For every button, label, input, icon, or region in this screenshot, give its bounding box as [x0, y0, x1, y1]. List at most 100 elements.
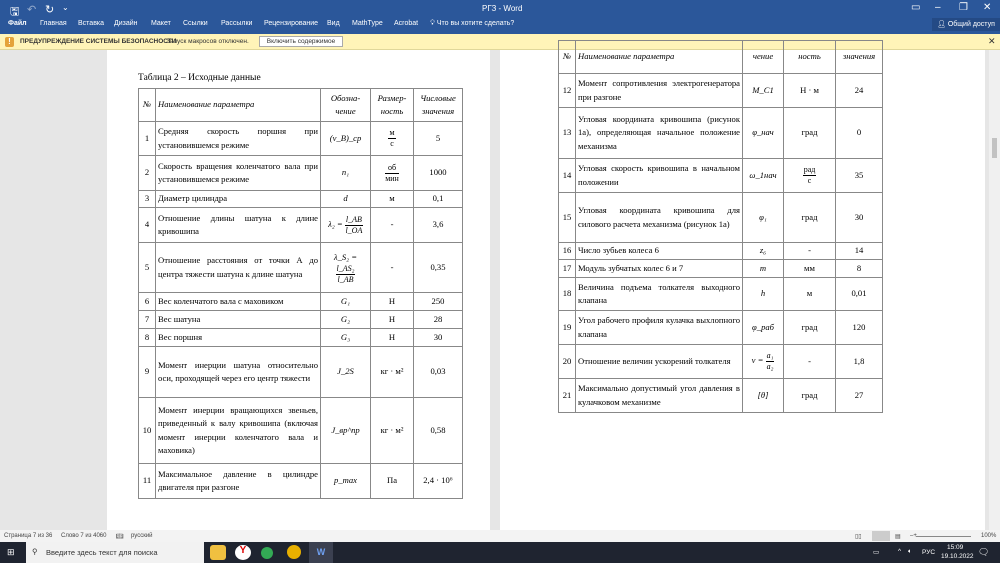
- close-button[interactable]: ✕: [983, 2, 991, 13]
- tab-home[interactable]: Главная: [40, 20, 67, 27]
- close-warning-icon[interactable]: ✕: [988, 36, 996, 47]
- parameter-symbol: φ_раб: [742, 310, 784, 345]
- tab-acrobat[interactable]: Acrobat: [394, 20, 418, 27]
- value-text: 5: [435, 132, 441, 143]
- scrollbar-thumb[interactable]: [992, 138, 997, 158]
- header-label: №: [142, 99, 152, 110]
- tab-view[interactable]: Вид: [327, 20, 340, 27]
- enable-content-button[interactable]: Включить содержимое: [259, 36, 343, 47]
- zoom-level[interactable]: 100%: [981, 533, 996, 539]
- page-count[interactable]: Страница 7 из 36: [4, 533, 52, 539]
- redo-icon[interactable]: ↻: [45, 3, 54, 16]
- value-text: 1000: [429, 167, 447, 178]
- undo-icon[interactable]: ↶: [27, 3, 36, 16]
- minimize-button[interactable]: –: [935, 2, 941, 13]
- symbol: G₂: [340, 313, 351, 324]
- symbol: J_вр^пр: [331, 424, 360, 435]
- show-hidden-icons[interactable]: ^: [898, 548, 901, 555]
- clock-date[interactable]: 19.10.2022: [941, 553, 974, 560]
- table-row: 13 Угловая координата кривошипа (рисунок …: [558, 107, 883, 159]
- row-number: 19: [558, 310, 576, 345]
- tab-layout[interactable]: Макет: [151, 20, 171, 27]
- column-header: Наименование параметра: [155, 88, 321, 122]
- parameter-name-text: Максимальное давление в цилиндре двигате…: [158, 468, 318, 492]
- parameter-symbol: M_C1: [742, 73, 784, 108]
- word-taskbar-icon[interactable]: W: [309, 542, 333, 563]
- windows-start-icon[interactable]: ⊞: [7, 547, 15, 558]
- unit: Па: [386, 475, 398, 486]
- parameter-unit: Н: [370, 310, 414, 329]
- print-layout-icon[interactable]: [872, 531, 890, 541]
- parameter-name-text: Модуль зубчатых колес 6 и 7: [578, 262, 684, 273]
- row-number: 11: [138, 463, 156, 499]
- web-layout-icon[interactable]: ▤: [895, 533, 901, 540]
- vertical-scrollbar[interactable]: [989, 50, 1000, 530]
- parameter-symbol: d: [320, 190, 371, 208]
- unit: Н: [388, 313, 396, 324]
- maximize-button[interactable]: ❐: [959, 2, 968, 13]
- parameter-name: Момент инерции вращающихся звеньев, прив…: [155, 397, 321, 464]
- clock-time[interactable]: 15:09: [947, 544, 963, 551]
- parameter-value: 30: [413, 328, 463, 347]
- proofing-icon[interactable]: 📖︎: [116, 533, 124, 540]
- parameter-name: Угловая скорость кривошипа в начальном п…: [575, 158, 743, 193]
- row-number: 8: [138, 328, 156, 347]
- table-row: 16 Число зубьев колеса 6 z₆ - 14: [558, 242, 883, 260]
- input-language[interactable]: РУС: [922, 549, 935, 556]
- search-icon: ⚲: [32, 547, 38, 556]
- row-number-text: 1: [144, 132, 150, 143]
- parameter-name-text: Вес поршня: [158, 331, 203, 342]
- parameter-unit: мм: [783, 259, 836, 278]
- tablet-icon[interactable]: ▭: [873, 548, 879, 556]
- parameter-value: 0,03: [413, 346, 463, 398]
- word-count[interactable]: Слово 7 из 4060: [61, 533, 106, 539]
- value-text: 30: [854, 211, 864, 222]
- zoom-slider[interactable]: – +: [910, 533, 972, 539]
- tab-references[interactable]: Ссылки: [183, 20, 208, 27]
- read-mode-icon[interactable]: ▯▯: [855, 533, 862, 540]
- unit-numerator: рад: [802, 165, 817, 176]
- column-header: Числовые значения: [413, 88, 463, 122]
- unit: Н: [388, 295, 396, 306]
- header-label: Обозна-чение: [330, 92, 361, 116]
- value-text: 0: [856, 127, 862, 138]
- tab-design[interactable]: Дизайн: [114, 20, 138, 27]
- row-number: 2: [138, 155, 156, 191]
- customize-icon[interactable]: ⌄: [62, 3, 69, 12]
- parameter-unit: Н: [370, 292, 414, 311]
- table-header-row: № Наименование параметра Обозна-чение Разме…: [138, 88, 463, 122]
- parameter-name-text: Максимально допустимый угол давления в к…: [578, 383, 740, 407]
- tab-review[interactable]: Рецензирование: [264, 20, 318, 27]
- parameter-symbol: G₂: [320, 310, 371, 329]
- tab-mathtype[interactable]: MathType: [352, 20, 383, 27]
- language[interactable]: русский: [131, 533, 153, 539]
- yandex-browser-icon[interactable]: Y: [235, 545, 251, 560]
- tell-me-input[interactable]: 💡︎ Что вы хотите сделать?: [430, 20, 514, 28]
- notifications-icon[interactable]: 🗨︎: [978, 547, 989, 558]
- taskbar-search-input[interactable]: ⚲ Введите здесь текст для поиска: [26, 542, 204, 563]
- table-row: 6 Вес коленчатого вала с маховиком G₁ Н 250: [138, 292, 463, 311]
- value-text: 0,35: [430, 261, 446, 272]
- share-button[interactable]: 👤︎ Общий доступ: [932, 18, 1000, 31]
- row-number-text: 19: [562, 321, 572, 332]
- volume-icon[interactable]: 🔈︎: [908, 548, 912, 556]
- symbol: φ_нач: [752, 127, 774, 138]
- parameter-name: Вес шатуна: [155, 310, 321, 329]
- table-row: 4 Отношение длины шатуна к длине кривошип…: [138, 207, 463, 243]
- parameter-value: 24: [835, 73, 883, 108]
- unit: м: [389, 193, 395, 204]
- parameter-value: 28: [413, 310, 463, 329]
- tab-insert[interactable]: Вставка: [78, 20, 104, 27]
- parameter-symbol: J_2S: [320, 346, 371, 398]
- tab-mailings[interactable]: Рассылки: [221, 20, 252, 27]
- parameter-unit: град: [783, 378, 836, 413]
- app-icon[interactable]: [261, 547, 273, 559]
- ribbon-display-icon[interactable]: ▭: [911, 2, 920, 13]
- column-header: №: [558, 40, 576, 74]
- parameter-unit: кг · м²: [370, 346, 414, 398]
- parameter-name-text: Отношение расстояния от точки А до центр…: [158, 255, 318, 279]
- row-number-text: 2: [144, 167, 150, 178]
- tab-file[interactable]: Файл: [8, 20, 27, 27]
- media-player-icon[interactable]: [287, 545, 301, 559]
- file-explorer-icon[interactable]: [210, 545, 226, 560]
